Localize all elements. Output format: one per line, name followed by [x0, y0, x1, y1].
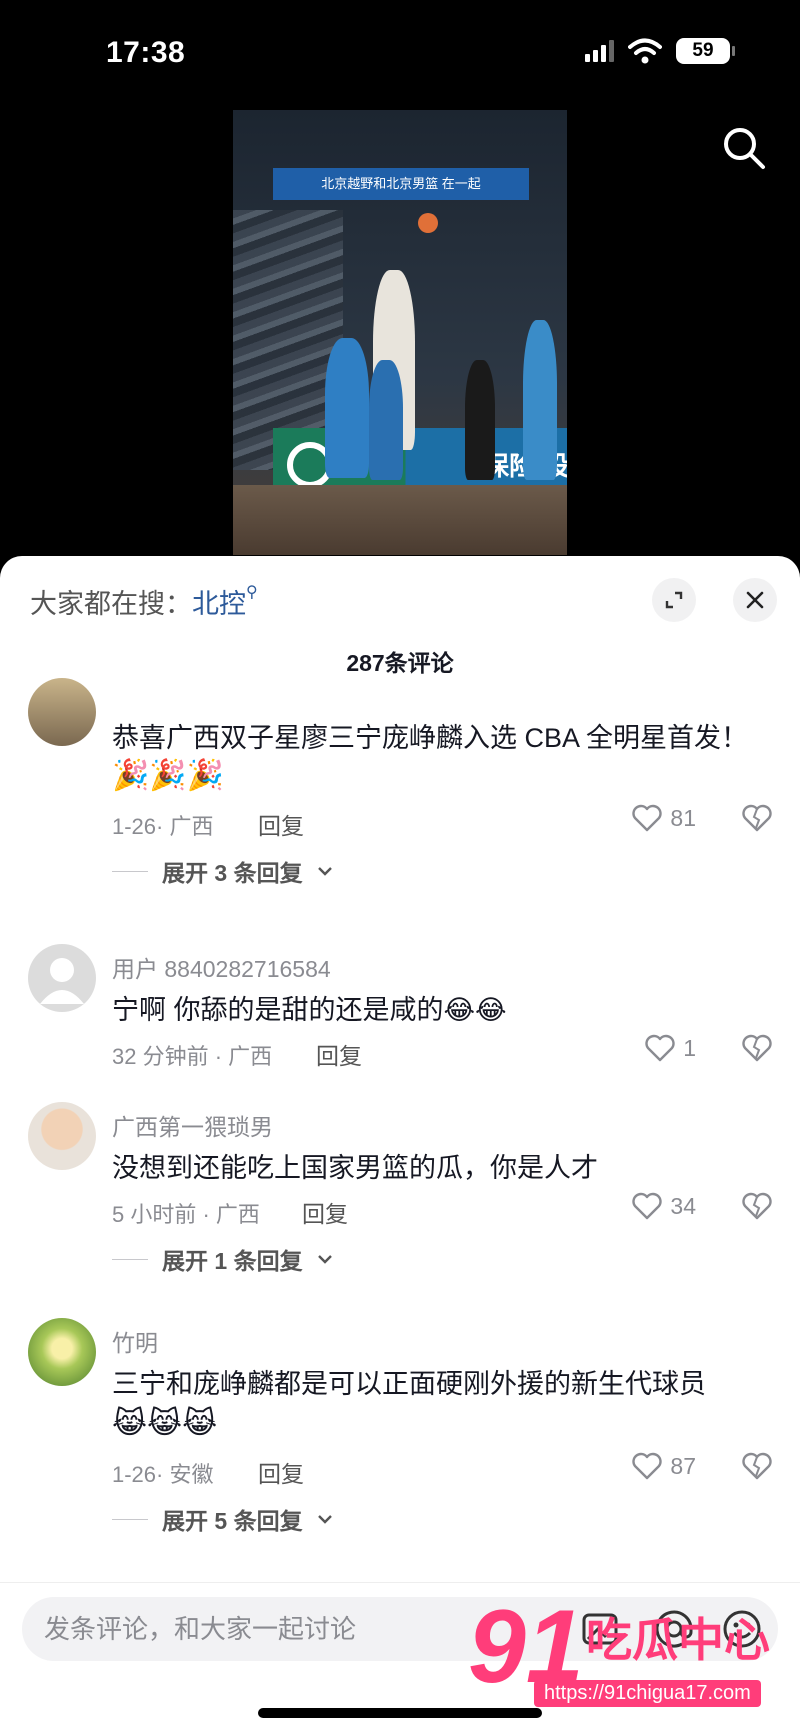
like-button[interactable]: 34 [632, 1192, 696, 1220]
heart-icon [632, 804, 663, 832]
video-banner: 北京越野和北京男篮 在一起 [273, 168, 529, 200]
like-count: 34 [670, 1192, 696, 1219]
wifi-icon [628, 38, 662, 64]
comment-username[interactable]: 广西第一猥琐男 [112, 1108, 273, 1142]
comment-time-location: 5 小时前 · 广西 [112, 1202, 260, 1227]
like-count: 81 [670, 804, 696, 831]
reply-button[interactable]: 回复 [302, 1195, 348, 1229]
player-blue [369, 360, 403, 480]
signal-icon [585, 40, 614, 62]
like-count: 1 [683, 1034, 696, 1061]
expand-replies-label: 展开 5 条回复 [162, 1508, 303, 1534]
expand-replies[interactable]: 展开 3 条回复 [112, 854, 333, 888]
comment-sheet: 大家都在搜：北控⚲ 287条评论 恭喜广西双子星廖三宁庞峥麟入选 CBA 全明星… [0, 556, 800, 1734]
comment-username[interactable]: 用户 8840282716584 [112, 950, 331, 984]
comment-item: 用户 8840282716584 宁啊 你舔的是甜的还是咸的😂😂 32 分钟前 … [0, 944, 800, 1104]
comment-count-title: 287条评论 [346, 650, 454, 676]
comment-text: 宁啊 你舔的是甜的还是咸的😂😂 [112, 995, 507, 1025]
basketball [418, 213, 438, 233]
chevron-down-icon [317, 1255, 332, 1264]
broken-heart-icon[interactable] [742, 1452, 772, 1480]
battery-icon: 59 [676, 38, 735, 64]
avatar[interactable] [28, 678, 96, 746]
comment-text: 三宁和庞峥麟都是可以正面硬刚外援的新生代球员 [112, 1369, 706, 1399]
expand-replies-label: 展开 3 条回复 [162, 860, 303, 886]
court-floor [233, 485, 567, 555]
default-avatar-icon [40, 958, 84, 1004]
watermark-url: https://91chigua17.com [534, 1680, 761, 1707]
like-button[interactable]: 1 [645, 1034, 696, 1062]
expand-replies[interactable]: 展开 5 条回复 [112, 1502, 333, 1536]
hot-search-label: 大家都在搜： [30, 589, 192, 619]
heart-icon [632, 1452, 663, 1480]
avatar[interactable] [28, 1102, 96, 1170]
search-icon[interactable] [720, 124, 768, 172]
like-button[interactable]: 87 [632, 1452, 696, 1480]
hot-search-keyword[interactable]: 北控 [192, 589, 246, 619]
comment-item: 竹明 三宁和庞峥麟都是可以正面硬刚外援的新生代球员 😹😹😹 1-26· 安徽 回… [0, 1318, 800, 1578]
player-blue [523, 320, 557, 480]
referee [465, 360, 495, 480]
like-button[interactable]: 81 [632, 804, 696, 832]
hot-search[interactable]: 大家都在搜：北控⚲ [30, 582, 258, 621]
heart-icon [632, 1192, 663, 1220]
comment-username[interactable]: 竹明 [112, 1324, 158, 1358]
chevron-down-icon [317, 867, 332, 876]
status-icons: 59 [585, 38, 735, 64]
broken-heart-icon[interactable] [742, 1192, 772, 1220]
video-player[interactable]: 北京越野和北京男篮 在一起 保险·投 [233, 110, 567, 555]
avatar[interactable] [28, 1318, 96, 1386]
expand-icon [665, 591, 683, 609]
watermark: 91 吃瓜中心 https://91chigua17.com [468, 1589, 788, 1716]
expand-button[interactable] [652, 578, 696, 622]
chevron-down-icon [317, 1515, 332, 1524]
watermark-name: 吃瓜中心 [586, 1614, 770, 1666]
comment-item: 恭喜广西双子星廖三宁庞峥麟入选 CBA 全明星首发！ 🎉🎉🎉 1-26· 广西 … [0, 678, 800, 926]
divider-line [112, 1258, 148, 1260]
comment-emojis: 😹😹😹 [112, 1407, 218, 1440]
reply-button[interactable]: 回复 [258, 807, 304, 841]
comment-time-location: 1-26· 安徽 [112, 1462, 214, 1487]
comment-time-location: 1-26· 广西 [112, 814, 214, 839]
player-blue [325, 338, 369, 478]
like-count: 87 [670, 1452, 696, 1479]
close-icon [746, 591, 764, 609]
comment-text: 恭喜广西双子星廖三宁庞峥麟入选 CBA 全明星首发！ [112, 723, 749, 753]
expand-replies[interactable]: 展开 1 条回复 [112, 1242, 333, 1276]
reply-button[interactable]: 回复 [258, 1455, 304, 1489]
avatar[interactable] [28, 944, 96, 1012]
comment-emojis: 🎉🎉🎉 [112, 759, 225, 792]
home-indicator[interactable] [258, 1708, 542, 1718]
search-icon: ⚲ [246, 584, 258, 601]
broken-heart-icon[interactable] [742, 804, 772, 832]
comment-time-location: 32 分钟前 · 广西 [112, 1044, 273, 1069]
close-button[interactable] [733, 578, 777, 622]
reply-button[interactable]: 回复 [316, 1037, 362, 1071]
status-time: 17:38 [106, 36, 186, 69]
divider-line [112, 870, 148, 872]
broken-heart-icon[interactable] [742, 1034, 772, 1062]
comment-text: 没想到还能吃上国家男篮的瓜，你是人才 [112, 1153, 598, 1183]
heart-icon [645, 1034, 675, 1062]
expand-replies-label: 展开 1 条回复 [162, 1248, 303, 1274]
divider-line [112, 1518, 148, 1520]
comment-item: 广西第一猥琐男 没想到还能吃上国家男篮的瓜，你是人才 5 小时前 · 广西 回复… [0, 1102, 800, 1302]
